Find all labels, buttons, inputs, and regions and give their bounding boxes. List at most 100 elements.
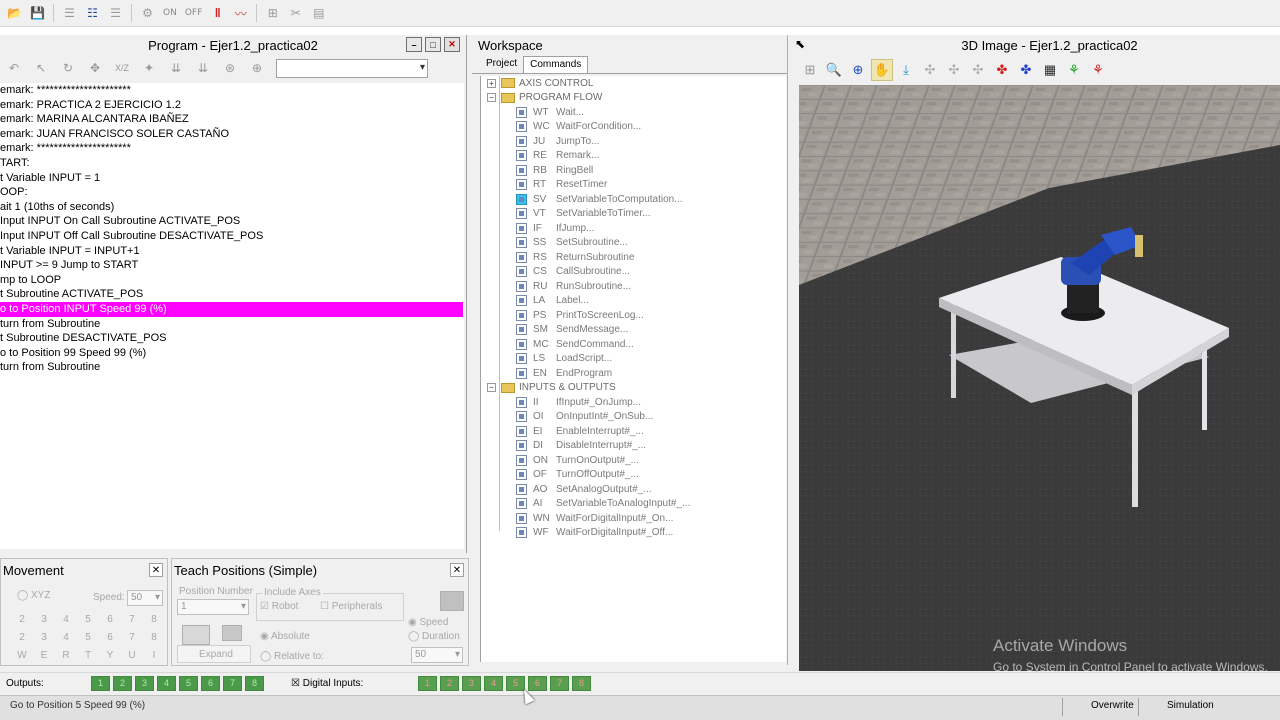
command-item[interactable]: SM SendMessage... xyxy=(481,323,786,338)
command-item[interactable]: JU JumpTo... xyxy=(481,134,786,149)
input-indicator[interactable]: 6 xyxy=(528,676,547,691)
program-line[interactable]: TART: xyxy=(0,156,464,171)
xyz-radio[interactable]: ◯ XYZ xyxy=(17,590,50,601)
close-icon[interactable]: ✕ xyxy=(450,563,464,577)
jog-key[interactable]: 5 xyxy=(81,632,95,643)
program-line[interactable]: turn from Subroutine xyxy=(0,317,464,332)
go-button[interactable] xyxy=(440,591,464,611)
program-listing[interactable]: emark: ********************** emark: PRAC… xyxy=(0,83,464,549)
command-item[interactable]: RS ReturnSubroutine xyxy=(481,250,786,265)
program-line[interactable]: t Variable INPUT = INPUT+1 xyxy=(0,244,464,259)
command-item[interactable]: EN EndProgram xyxy=(481,366,786,381)
xyz-icon[interactable]: X/Z xyxy=(110,58,134,79)
tree-red-icon[interactable]: ⚘ xyxy=(1087,59,1109,81)
command-item[interactable]: EI EnableInterrupt#_... xyxy=(481,424,786,439)
robot-gray-icon[interactable]: ⚙ xyxy=(137,3,158,24)
program-line[interactable]: emark: MARINA ALCANTARA IBAÑEZ xyxy=(0,112,464,127)
jog-key[interactable]: 6 xyxy=(103,632,117,643)
command-item[interactable]: RT ResetTimer xyxy=(481,178,786,193)
teach-button[interactable] xyxy=(182,625,210,645)
zoom-icon[interactable]: 🔍 xyxy=(823,59,845,81)
jog-key[interactable]: U xyxy=(125,650,139,661)
tree-folder[interactable]: + AXIS CONTROL xyxy=(481,76,786,91)
relative-radio[interactable]: ◯ Relative to: xyxy=(260,651,324,662)
speed-select[interactable]: 50 xyxy=(127,590,163,606)
jog-key[interactable]: W xyxy=(15,650,29,661)
on-button[interactable]: ON xyxy=(160,8,180,18)
absolute-radio[interactable]: ◉ Absolute xyxy=(260,631,310,642)
jog-key[interactable]: 8 xyxy=(147,614,161,625)
pause-icon[interactable]: ⊛ xyxy=(218,58,242,79)
minimize-button[interactable]: – xyxy=(406,37,422,52)
output-indicator[interactable]: 1 xyxy=(91,676,110,691)
jog-key[interactable]: R xyxy=(59,650,73,661)
command-item[interactable]: WN WaitForDigitalInput#_On... xyxy=(481,511,786,526)
collapse-icon[interactable]: − xyxy=(487,93,496,103)
program-line[interactable]: emark: ********************** xyxy=(0,141,464,156)
jog-key[interactable]: 2 xyxy=(15,614,29,625)
program-line[interactable]: emark: JUAN FRANCISCO SOLER CASTAÑO xyxy=(0,127,464,142)
close-button[interactable]: ✕ xyxy=(444,37,460,52)
command-item[interactable]: ON TurnOnOutput#_... xyxy=(481,453,786,468)
program-line[interactable]: turn from Subroutine xyxy=(0,360,464,375)
command-item[interactable]: OI OnInputInt#_OnSub... xyxy=(481,410,786,425)
joint-icon[interactable]: ✥ xyxy=(83,58,107,79)
program-line[interactable]: Input INPUT On Call Subroutine ACTIVATE_… xyxy=(0,214,464,229)
command-item[interactable]: RU RunSubroutine... xyxy=(481,279,786,294)
redo-icon[interactable]: ↻ xyxy=(56,58,80,79)
open-icon[interactable]: 📂 xyxy=(4,3,25,24)
command-item[interactable]: SV SetVariableToComputation... xyxy=(481,192,786,207)
peripherals-checkbox[interactable]: ☐ Peripherals xyxy=(320,601,382,612)
save-icon[interactable]: 💾 xyxy=(27,3,48,24)
jog-key[interactable]: 6 xyxy=(103,614,117,625)
hand-pan-icon[interactable]: ✋ xyxy=(871,59,893,81)
zoom-fit-icon[interactable]: ⊕ xyxy=(847,59,869,81)
command-item[interactable]: WF WaitForDigitalInput#_Off... xyxy=(481,526,786,541)
command-item[interactable]: MC SendCommand... xyxy=(481,337,786,352)
output-indicator[interactable]: 5 xyxy=(179,676,198,691)
command-item[interactable]: CS CallSubroutine... xyxy=(481,265,786,280)
jog-key[interactable]: 4 xyxy=(59,632,73,643)
output-indicator[interactable]: 4 xyxy=(157,676,176,691)
outdent-icon[interactable]: ☰ xyxy=(59,3,80,24)
axis-c-icon[interactable]: ✣ xyxy=(967,59,989,81)
robot-view-icon[interactable]: ⊞ xyxy=(799,59,821,81)
3d-scene[interactable] xyxy=(799,85,1280,671)
program-combo[interactable] xyxy=(276,58,428,78)
jog-key[interactable]: 2 xyxy=(15,632,29,643)
robot-blue-icon[interactable]: ✤ xyxy=(1015,59,1037,81)
indent-icon[interactable]: ☰ xyxy=(105,3,126,24)
input-indicator[interactable]: 1 xyxy=(418,676,437,691)
continue-icon[interactable]: ⊕ xyxy=(245,58,269,79)
program-line[interactable]: mp to LOOP xyxy=(0,273,464,288)
jog-key[interactable]: 7 xyxy=(125,614,139,625)
command-item[interactable]: OF TurnOffOutput#_... xyxy=(481,468,786,483)
off-button[interactable]: OFF xyxy=(182,8,205,18)
pin-icon[interactable]: ⬉ xyxy=(795,37,805,51)
teach-speed-select[interactable]: 50 xyxy=(411,647,463,663)
command-item[interactable]: PS PrintToScreenLog... xyxy=(481,308,786,323)
command-item[interactable]: SS SetSubroutine... xyxy=(481,236,786,251)
robot-red-icon[interactable]: ✤ xyxy=(991,59,1013,81)
command-item[interactable]: RB RingBell xyxy=(481,163,786,178)
record-button[interactable] xyxy=(222,625,242,641)
jog-key[interactable]: 4 xyxy=(59,614,73,625)
teach-icon[interactable]: ↖ xyxy=(29,58,53,79)
program-line[interactable]: ait 1 (10ths of seconds) xyxy=(0,200,464,215)
output-indicator[interactable]: 8 xyxy=(245,676,264,691)
tab-commands[interactable]: Commands xyxy=(523,56,589,73)
robot-checkbox[interactable]: ☑ Robot xyxy=(260,601,298,612)
program-line[interactable]: o to Position INPUT Speed 99 (%) xyxy=(0,301,463,317)
input-indicator[interactable]: 8 xyxy=(572,676,591,691)
input-indicator[interactable]: 7 xyxy=(550,676,569,691)
grid-icon[interactable]: ▦ xyxy=(1039,59,1061,81)
jog-key[interactable]: I xyxy=(147,650,161,661)
input-indicator[interactable]: 4 xyxy=(484,676,503,691)
close-icon[interactable]: ✕ xyxy=(149,563,163,577)
program-line[interactable]: emark: PRACTICA 2 EJERCICIO 1.2 xyxy=(0,98,464,113)
command-item[interactable]: II IfInput#_OnJump... xyxy=(481,395,786,410)
maximize-button[interactable]: □ xyxy=(425,37,441,52)
command-item[interactable]: WC WaitForCondition... xyxy=(481,120,786,135)
program-line[interactable]: o to Position 99 Speed 99 (%) xyxy=(0,346,464,361)
output-indicator[interactable]: 7 xyxy=(223,676,242,691)
